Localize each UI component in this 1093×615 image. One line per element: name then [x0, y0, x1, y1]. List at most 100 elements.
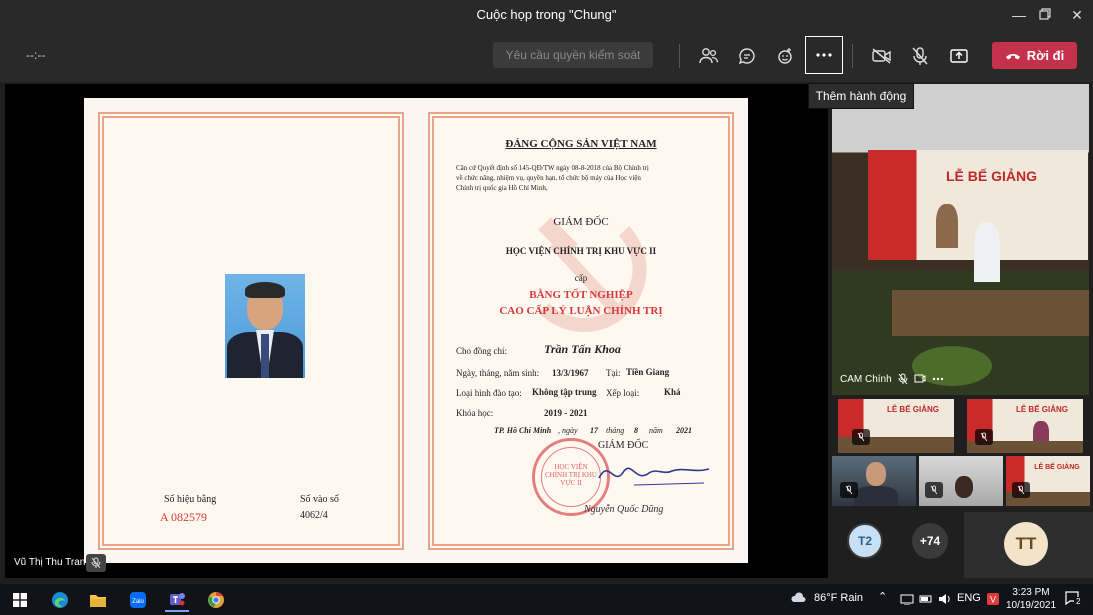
participant-mic-status: [1012, 482, 1030, 498]
participant-tile[interactable]: LỄ BẾ GIẢNG: [838, 399, 954, 453]
chat-icon: [738, 48, 755, 65]
participant-tile[interactable]: [832, 456, 916, 506]
microphone-off-icon: [912, 47, 928, 65]
more-actions-button[interactable]: [805, 36, 843, 74]
recipient-label: Cho đồng chí:: [456, 346, 507, 356]
battery-icon[interactable]: [919, 593, 933, 605]
participant-name: CAM Chính: [840, 373, 892, 385]
speaker-icon[interactable]: [938, 593, 952, 605]
input-language[interactable]: ENG: [957, 592, 981, 604]
tray-chevron[interactable]: ⌃: [878, 590, 887, 603]
edge-app[interactable]: [48, 588, 72, 612]
issue-city: TP. Hồ Chí Minh: [494, 426, 552, 435]
preamble-line-3: Chính trị quốc gia Hồ Chí Minh,: [456, 184, 548, 192]
chat-button[interactable]: [729, 38, 765, 74]
diploma-title-1: BẰNG TỐT NGHIỆP: [529, 289, 633, 301]
grants-word: cấp: [574, 273, 588, 283]
window-title: Cuộc họp trong "Chung": [476, 7, 617, 22]
more-horizontal-icon: [816, 53, 832, 57]
participant-mic-status: [852, 429, 870, 445]
notification-count: 2: [1074, 597, 1083, 606]
notification-button[interactable]: 2: [1064, 590, 1086, 610]
participant-tile-main[interactable]: LỄ BẾ GIẢNG CAM Chính: [832, 84, 1089, 395]
more-horizontal-icon[interactable]: [932, 377, 944, 381]
camera-off-icon: [872, 48, 891, 64]
signature-title: GIÁM ĐỐC: [598, 440, 649, 451]
zalo-icon: Zalo: [130, 592, 146, 608]
rank-value: Khá: [664, 387, 681, 397]
entry-number: 4062/4: [300, 510, 328, 521]
microphone-button[interactable]: [902, 38, 938, 74]
place-label: Tại:: [606, 368, 621, 378]
entry-number-label: Số vào sổ: [300, 494, 339, 505]
pin-icon: [914, 374, 926, 383]
leave-button[interactable]: Rời đi: [992, 42, 1077, 69]
director-heading: GIÁM ĐỐC: [553, 216, 609, 228]
presenter-name: Vũ Thị Thu Trang: [14, 557, 91, 568]
title-bar: Cuộc họp trong "Chung" — ✕: [0, 0, 1093, 30]
people-icon: [699, 48, 719, 64]
camera-button[interactable]: [864, 38, 900, 74]
chrome-icon: [208, 591, 224, 608]
restore-icon: [1039, 8, 1051, 20]
vietnamese-ime-icon[interactable]: V: [986, 592, 1000, 606]
microphone-off-icon: [91, 557, 101, 569]
os-taskbar: Zalo 86°F Rain ⌃ ENG V 3:23 PM 10/19/202…: [0, 584, 1093, 615]
zalo-app[interactable]: Zalo: [126, 588, 150, 612]
participant-avatar: T2: [847, 523, 883, 559]
request-control-button[interactable]: Yêu cầu quyền kiểm soát: [493, 42, 653, 68]
teams-icon: [170, 593, 185, 606]
start-button[interactable]: [8, 588, 32, 612]
preamble-line-1: Căn cứ Quyết định số 145-QĐ/TW ngày 08-8…: [456, 164, 649, 172]
microphone-off-icon: [930, 485, 938, 495]
file-explorer-app[interactable]: [86, 588, 110, 612]
meeting-timer: --:--: [26, 48, 46, 62]
participant-avatar-tile[interactable]: T2 +74: [830, 512, 960, 578]
certificate-document: Số hiệu bằng A 082579 Số vào sổ 4062/4 Đ…: [84, 98, 748, 563]
maximize-button[interactable]: [1035, 5, 1055, 25]
issue-month-label: tháng: [606, 426, 625, 435]
raise-hand-icon: [778, 48, 792, 64]
leave-label: Rời đi: [1026, 48, 1065, 63]
recipient-name: Trần Tấn Khoa: [544, 342, 621, 356]
reactions-button[interactable]: [767, 38, 803, 74]
signer-name: Nguyễn Quốc Dũng: [584, 504, 664, 515]
participant-tile[interactable]: LỄ BẾ GIẢNG: [1006, 456, 1090, 506]
weather-icon: [791, 592, 806, 602]
close-window-button[interactable]: ✕: [1067, 5, 1087, 25]
svg-text:Zalo: Zalo: [132, 599, 144, 605]
stage-table: [892, 290, 1089, 336]
diploma-number-label: Số hiệu bằng: [164, 494, 217, 505]
clock-date: 10/19/2021: [1005, 600, 1057, 611]
certificate-left-page: Số hiệu bằng A 082579 Số vào sổ 4062/4: [98, 112, 404, 550]
chrome-app[interactable]: [204, 588, 228, 612]
minimize-button[interactable]: —: [1009, 5, 1029, 25]
weather-status[interactable]: 86°F Rain: [814, 592, 863, 604]
signature-mark: [598, 467, 710, 486]
more-actions-tooltip: Thêm hành động: [808, 83, 914, 109]
svg-text:V: V: [990, 595, 996, 605]
teams-app[interactable]: [165, 588, 189, 612]
portrait-photo: [225, 274, 305, 378]
microphone-off-icon: [1017, 485, 1025, 495]
presenter-label: Vũ Thị Thu Trang: [14, 557, 91, 568]
diploma-number: A 082579: [160, 510, 208, 524]
participant-avatar-tile[interactable]: TT: [964, 512, 1093, 578]
dob-label: Ngày, tháng, năm sinh:: [456, 368, 540, 378]
microphone-off-icon: [980, 432, 988, 442]
participant-name-tag: CAM Chính: [840, 373, 944, 385]
participants-button[interactable]: [691, 38, 727, 74]
microphone-off-icon: [845, 485, 853, 495]
share-screen-button[interactable]: [941, 38, 977, 74]
issue-day: 17: [590, 426, 598, 435]
participant-tile[interactable]: [919, 456, 1003, 506]
course-value: 2019 - 2021: [544, 408, 588, 418]
more-participants-button[interactable]: +74: [912, 523, 948, 559]
issue-day-label: , ngày: [558, 426, 578, 435]
seal-text: HỌC VIỆN CHÍNH TRỊ KHU VỰC II: [545, 463, 597, 487]
system-clock[interactable]: 3:23 PM 10/19/2021: [1003, 586, 1059, 612]
participant-tile[interactable]: LỄ BẾ GIẢNG: [967, 399, 1083, 453]
place-value: Tiền Giang: [626, 367, 670, 377]
course-label: Khóa học:: [456, 408, 494, 418]
network-icon[interactable]: [900, 593, 914, 605]
